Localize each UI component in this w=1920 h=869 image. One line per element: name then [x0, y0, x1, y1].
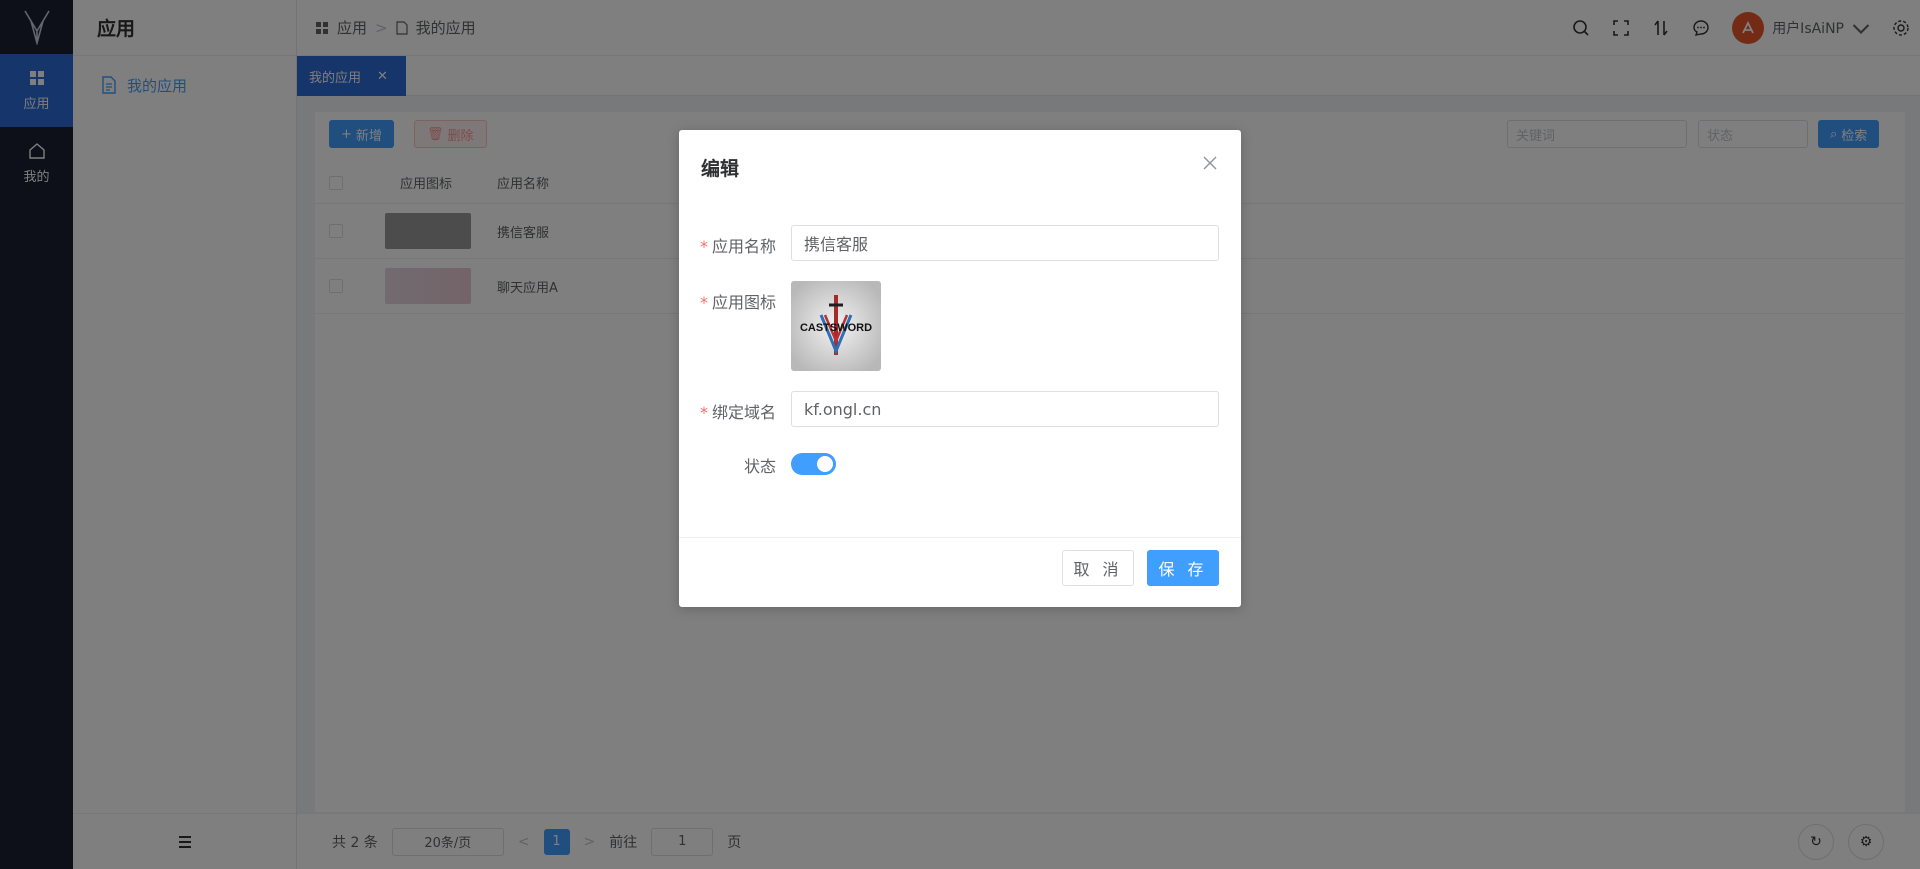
form-label: * 应用图标 [700, 289, 776, 313]
logo-text: CASTSWORD [800, 322, 872, 334]
form-label: 状态 [744, 453, 776, 477]
app-icon-upload[interactable]: CASTSWORD [791, 281, 881, 371]
app-name-input[interactable]: 携信客服 [791, 225, 1219, 261]
app-name-value: 携信客服 [804, 235, 869, 254]
edit-dialog: 编辑 * 应用名称 携信客服 * 应用图标 CASTSWORD * 绑定域名 k… [679, 130, 1241, 607]
dialog-title: 编辑 [701, 158, 740, 180]
cancel-button[interactable]: 取 消 [1062, 550, 1134, 586]
required-mark: * [699, 403, 708, 422]
domain-value: kf.ongl.cn [804, 399, 882, 419]
domain-input[interactable]: kf.ongl.cn [791, 391, 1219, 427]
form-label-text: 绑定域名 [711, 403, 776, 422]
save-button[interactable]: 保 存 [1147, 550, 1219, 586]
close-icon[interactable] [1201, 154, 1219, 172]
status-toggle[interactable] [791, 453, 836, 475]
form-label-text: 应用图标 [711, 293, 776, 312]
form-label-text: 状态 [743, 457, 776, 476]
form-label: * 应用名称 [700, 233, 776, 257]
form-label-text: 应用名称 [711, 237, 776, 256]
form-label: * 绑定域名 [700, 399, 776, 423]
required-mark: * [699, 237, 708, 256]
required-mark: * [699, 293, 708, 312]
dialog-divider [679, 537, 1241, 538]
toggle-knob [817, 456, 833, 472]
castsword-logo: CASTSWORD [791, 281, 881, 371]
